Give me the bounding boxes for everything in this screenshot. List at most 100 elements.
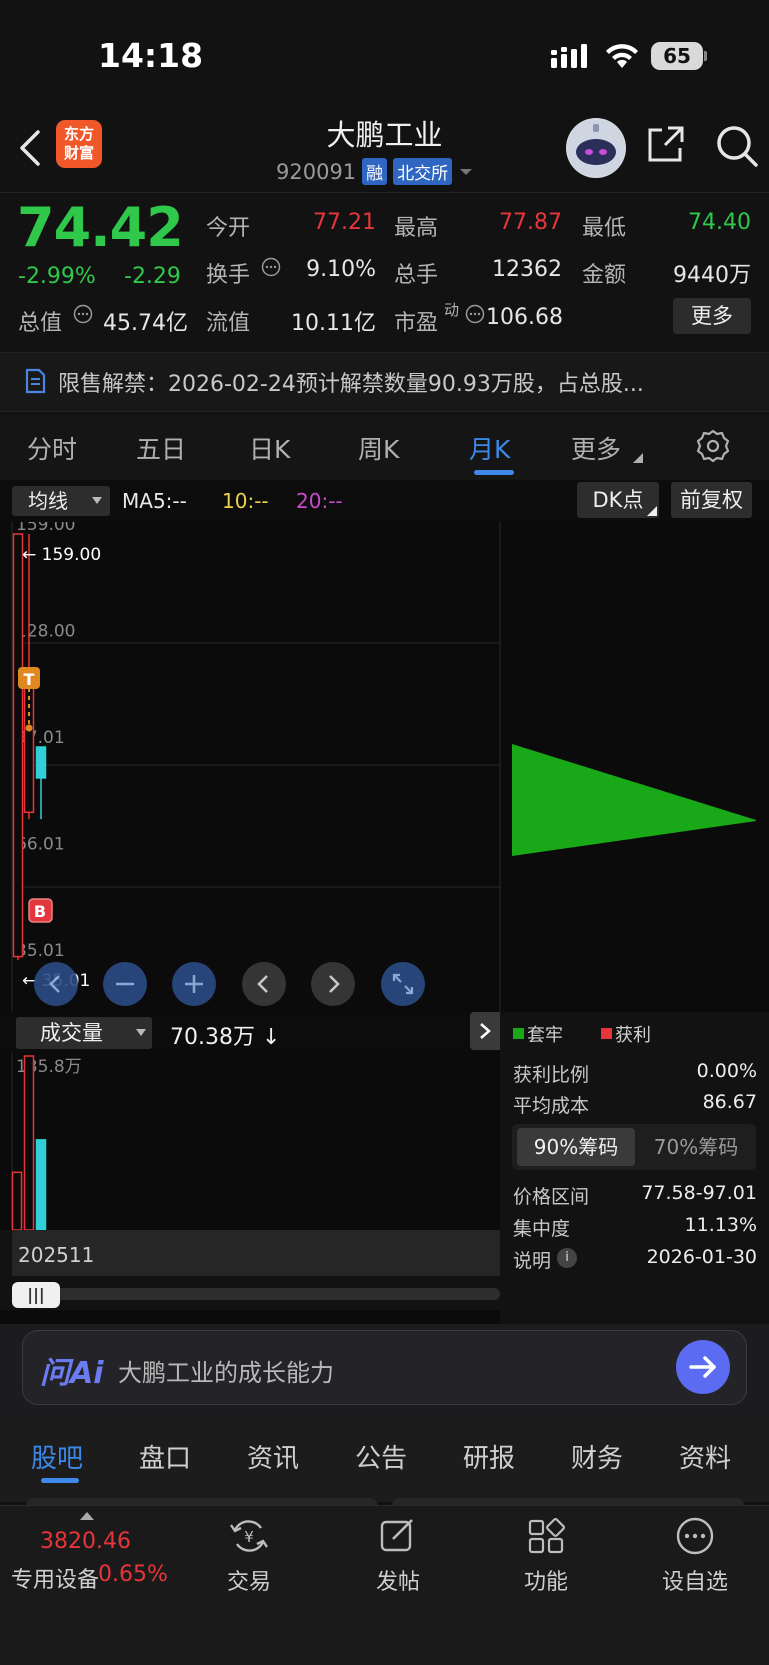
chevron-left-icon <box>49 975 60 993</box>
timeline-scroll-handle[interactable]: ||| <box>12 1282 60 1308</box>
info-icon[interactable]: i <box>557 1248 577 1268</box>
note-date: 2026-01-30 <box>646 1246 757 1268</box>
ma20-value: 20:-- <box>296 489 343 513</box>
low-label: 最低 <box>582 216 627 241</box>
zoom-out-button[interactable] <box>103 962 147 1006</box>
share-icon[interactable] <box>646 124 686 164</box>
zoom-in-button[interactable] <box>172 962 216 1006</box>
volume-indicator-select[interactable]: 成交量 <box>16 1017 152 1049</box>
cellular-signal-icon <box>551 44 587 68</box>
price-range-value: 77.58-97.01 <box>641 1182 757 1204</box>
function-nav-button[interactable] <box>491 1516 601 1560</box>
function-nav-label: 功能 <box>523 1570 568 1595</box>
corner-triangle-icon <box>647 506 657 516</box>
candle-body <box>23 674 35 814</box>
trade-nav-label: 交易 <box>226 1570 271 1595</box>
fullscreen-button[interactable] <box>381 962 425 1006</box>
total-cap-info-icon[interactable] <box>73 304 93 324</box>
ai-logo: 问Ai <box>40 1356 104 1391</box>
gear-icon[interactable] <box>696 429 730 463</box>
edit-icon <box>380 1519 413 1552</box>
pan-left-button[interactable] <box>242 962 286 1006</box>
chevron-right-icon <box>480 1023 491 1039</box>
chip-distribution-shape <box>512 744 756 856</box>
tab-more[interactable]: 更多 <box>571 430 621 466</box>
volume-bar <box>35 1139 47 1230</box>
amount-label: 金额 <box>582 263 627 288</box>
ai-send-button[interactable] <box>676 1340 730 1394</box>
low-value: 74.40 <box>688 210 751 235</box>
chip-70-tab[interactable]: 70%筹码 <box>638 1128 754 1166</box>
change-percent: -2.99% <box>18 264 96 289</box>
date-label: 202511 <box>18 1243 95 1267</box>
chevron-left-icon <box>257 975 268 993</box>
zoom-out-left-button[interactable] <box>34 962 78 1006</box>
volume-bar <box>23 1055 35 1230</box>
volume-select-label: 成交量 <box>40 1021 103 1045</box>
volume-chart[interactable]: 135.8万 <box>0 1052 500 1230</box>
dropdown-triangle-icon <box>92 497 102 504</box>
tab-monthly-k[interactable]: 月K <box>469 430 510 466</box>
pan-right-button[interactable] <box>311 962 355 1006</box>
avg-cost-value: 86.67 <box>702 1091 757 1113</box>
turnover-info-icon[interactable] <box>261 257 281 277</box>
tab-announcements[interactable]: 公告 <box>355 1438 407 1475</box>
current-price: 74.42 <box>17 196 184 259</box>
chevron-right-icon <box>329 975 340 993</box>
stock-subtitle[interactable]: 920091 融 北交所 <box>276 158 474 185</box>
pe-value: 106.68 <box>486 305 563 330</box>
more-quote-button[interactable]: 更多 <box>673 298 751 334</box>
forward-adjust-button[interactable]: 前复权 <box>671 482 752 518</box>
document-icon <box>25 368 46 394</box>
tab-pankou[interactable]: 盘口 <box>139 1438 191 1475</box>
turnover-value: 9.10% <box>306 257 376 282</box>
tab-intraday[interactable]: 分时 <box>27 430 77 466</box>
ma-select[interactable]: 均线 <box>12 486 110 516</box>
open-label: 今开 <box>206 216 251 241</box>
y-tick-label: 97.01 <box>16 728 65 748</box>
search-icon[interactable] <box>715 124 759 168</box>
total-cap-label: 总值 <box>18 311 63 336</box>
robot-icon <box>567 119 625 177</box>
ma5-value: MA5:-- <box>122 489 187 513</box>
chip-90-tab[interactable]: 90%筹码 <box>517 1128 635 1166</box>
tab-weekly-k[interactable]: 周K <box>358 430 399 466</box>
tab-profile[interactable]: 资料 <box>679 1438 731 1475</box>
high-label: 最高 <box>394 216 439 241</box>
collapse-up-icon[interactable] <box>80 1512 94 1521</box>
ai-suggested-question[interactable]: 大鹏工业的成长能力 <box>118 1353 334 1388</box>
timeline-scrollbar[interactable] <box>12 1288 500 1300</box>
change-amount: -2.29 <box>124 264 181 289</box>
t-marker-label: T <box>24 670 35 689</box>
concentration-value: 11.13% <box>684 1214 757 1236</box>
svg-text:¥: ¥ <box>244 1528 254 1546</box>
ai-robot-avatar[interactable] <box>566 118 626 178</box>
volume-bar <box>11 1171 23 1230</box>
sector-index-value[interactable]: 3820.46 <box>40 1529 131 1554</box>
tab-finance[interactable]: 财务 <box>571 1438 623 1475</box>
y-tick-label: 128.00 <box>16 622 75 642</box>
post-nav-button[interactable] <box>343 1516 453 1560</box>
tab-research[interactable]: 研报 <box>463 1438 515 1475</box>
sector-index-label[interactable]: 专用设备 <box>11 1562 99 1594</box>
grid-lines <box>11 522 501 1012</box>
volume-value: 12362 <box>492 257 562 282</box>
dropdown-triangle-icon <box>136 1029 146 1036</box>
amount-value: 9440万 <box>673 263 751 288</box>
trade-nav-button[interactable]: ¥ <box>194 1516 304 1560</box>
kline-chart[interactable]: 159.00 128.00 97.01 66.01 35.01 T B ← 159.00… <box>0 522 769 1012</box>
pe-info-icon[interactable] <box>465 304 485 324</box>
expand-panel-button[interactable] <box>470 1012 500 1050</box>
sector-index-change[interactable]: 0.65% <box>98 1562 168 1587</box>
turnover-label: 换手 <box>206 263 251 288</box>
tab-five-day[interactable]: 五日 <box>136 430 186 466</box>
arrow-right-icon <box>689 1356 716 1378</box>
tab-news[interactable]: 资讯 <box>247 1438 299 1475</box>
concentration-label: 集中度 <box>513 1218 571 1240</box>
add-watchlist-nav-label: 设自选 <box>661 1570 728 1595</box>
tab-daily-k[interactable]: 日K <box>249 430 290 466</box>
yuan-exchange-icon: ¥ <box>230 1520 268 1552</box>
add-watchlist-nav-button[interactable] <box>640 1516 750 1560</box>
ma10-value: 10:-- <box>222 489 269 513</box>
tab-guba[interactable]: 股吧 <box>31 1438 83 1475</box>
